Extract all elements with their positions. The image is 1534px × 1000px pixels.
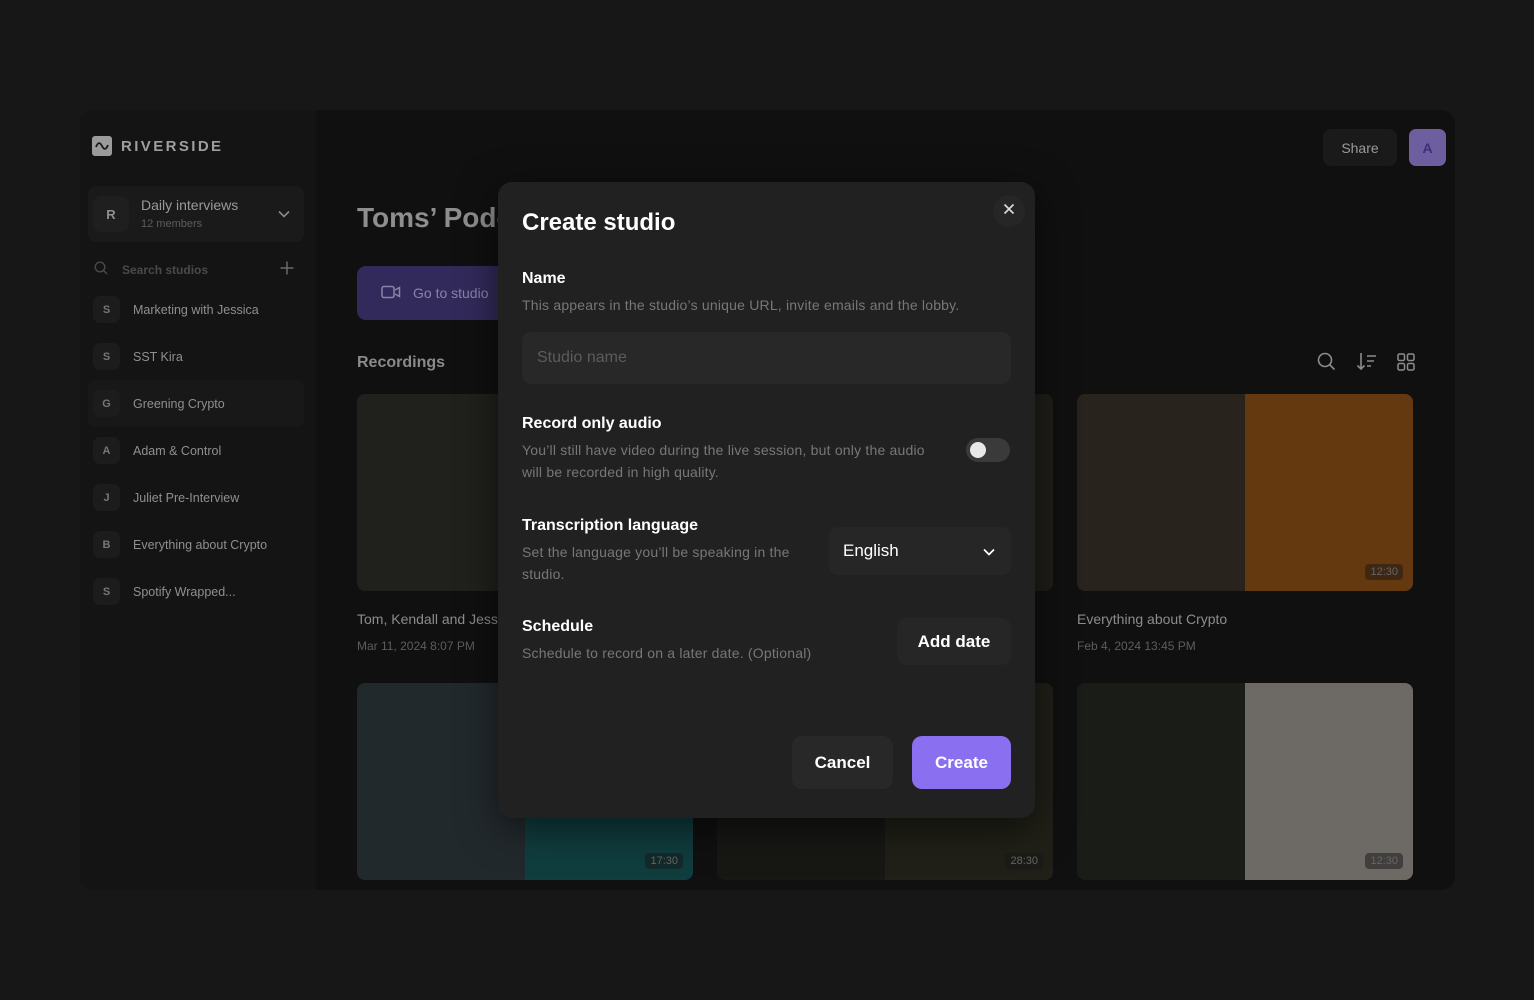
recording-duration: 28:30 [1005,853,1043,869]
sidebar-item-studio[interactable]: S Marketing with Jessica [88,286,304,333]
schedule-label: Schedule [522,618,594,635]
record-audio-section: Record only audio You’ll still have vide… [522,415,942,483]
studio-label: Everything about Crypto [133,537,268,552]
schedule-section: Schedule Schedule to record on a later d… [522,618,882,664]
grid-view-icon[interactable] [1397,352,1415,376]
studio-list: S Marketing with Jessica S SST Kira G Gr… [88,286,304,615]
chevron-down-icon [278,205,290,223]
waveform-icon [92,136,112,156]
record-audio-label: Record only audio [522,415,662,432]
workspace-avatar: R [93,196,129,232]
name-section: Name This appears in the studio’s unique… [522,270,1012,316]
studio-initial: J [93,484,120,511]
studio-initial: S [93,343,120,370]
studio-label: Adam & Control [133,443,222,458]
studio-label: SST Kira [133,349,183,364]
create-button[interactable]: Create [912,736,1011,789]
name-description: This appears in the studio’s unique URL,… [522,297,960,313]
sidebar-item-studio[interactable]: A Adam & Control [88,427,304,474]
recording-card[interactable]: 12:30 [1077,683,1413,880]
workspace-members: 12 members [141,218,203,230]
dialog-title: Create studio [522,209,676,236]
studio-name-input[interactable] [522,332,1011,384]
record-audio-toggle[interactable] [966,438,1010,462]
transcription-label: Transcription language [522,517,699,534]
workspace-name: Daily interviews [141,197,239,213]
recording-duration: 17:30 [645,853,683,869]
workspace-switcher[interactable]: R Daily interviews 12 members [88,186,304,242]
search-studios-input[interactable]: Search studios [122,263,280,277]
schedule-description: Schedule to record on a later date. (Opt… [522,645,812,661]
search-icon [94,260,108,280]
transcription-description: Set the language you’ll be speaking in t… [522,544,790,582]
recording-date: Feb 4, 2024 13:45 PM [1077,639,1196,653]
recording-thumbnail[interactable]: 12:30 [1077,394,1413,591]
close-icon [1003,202,1015,220]
recording-thumbnail[interactable]: 12:30 [1077,683,1413,880]
studio-initial: B [93,531,120,558]
recording-duration: 12:30 [1365,853,1403,869]
studio-initial: S [93,578,120,605]
go-to-studio-label: Go to studio [413,285,489,301]
recordings-title: Recordings [357,354,446,371]
search-icon[interactable] [1317,352,1336,376]
create-studio-dialog: Create studio Name This appears in the s… [498,182,1035,818]
sidebar: RIVERSIDE R Daily interviews 12 members … [80,110,315,890]
studio-label: Greening Crypto [133,396,225,411]
recordings-toolbar [1317,352,1415,376]
studio-label: Marketing with Jessica [133,302,259,317]
studio-label: Spotify Wrapped... [133,584,236,599]
studio-initial: S [93,296,120,323]
name-label: Name [522,270,566,287]
sidebar-item-studio[interactable]: B Everything about Crypto [88,521,304,568]
share-button[interactable]: Share [1323,129,1397,166]
toggle-knob [970,442,986,458]
transcription-section: Transcription language Set the language … [522,517,812,585]
studio-label: Juliet Pre-Interview [133,490,240,505]
language-value: English [843,541,899,560]
studio-initial: G [93,390,120,417]
add-studio-icon[interactable] [280,261,294,280]
sidebar-item-studio-active[interactable]: G Greening Crypto [88,380,304,427]
studio-initial: A [93,437,120,464]
chevron-down-icon [983,541,995,561]
recording-duration: 12:30 [1365,564,1403,580]
logo[interactable]: RIVERSIDE [92,136,223,156]
user-avatar[interactable]: A [1409,129,1446,166]
video-camera-icon [381,285,401,302]
recording-title: Everything about Crypto [1077,611,1228,627]
add-date-button[interactable]: Add date [897,618,1011,665]
studio-search[interactable]: Search studios [94,260,294,280]
record-audio-description: You’ll still have video during the live … [522,442,925,480]
cancel-button[interactable]: Cancel [792,736,893,789]
sidebar-item-studio[interactable]: J Juliet Pre-Interview [88,474,304,521]
language-select[interactable]: English [829,527,1011,575]
sort-icon[interactable] [1356,352,1377,376]
sidebar-item-studio[interactable]: S SST Kira [88,333,304,380]
recording-card[interactable]: 12:30 Everything about Crypto Feb 4, 202… [1077,394,1413,653]
logo-text: RIVERSIDE [121,137,224,155]
close-button[interactable] [993,195,1025,227]
sidebar-item-studio[interactable]: S Spotify Wrapped... [88,568,304,615]
